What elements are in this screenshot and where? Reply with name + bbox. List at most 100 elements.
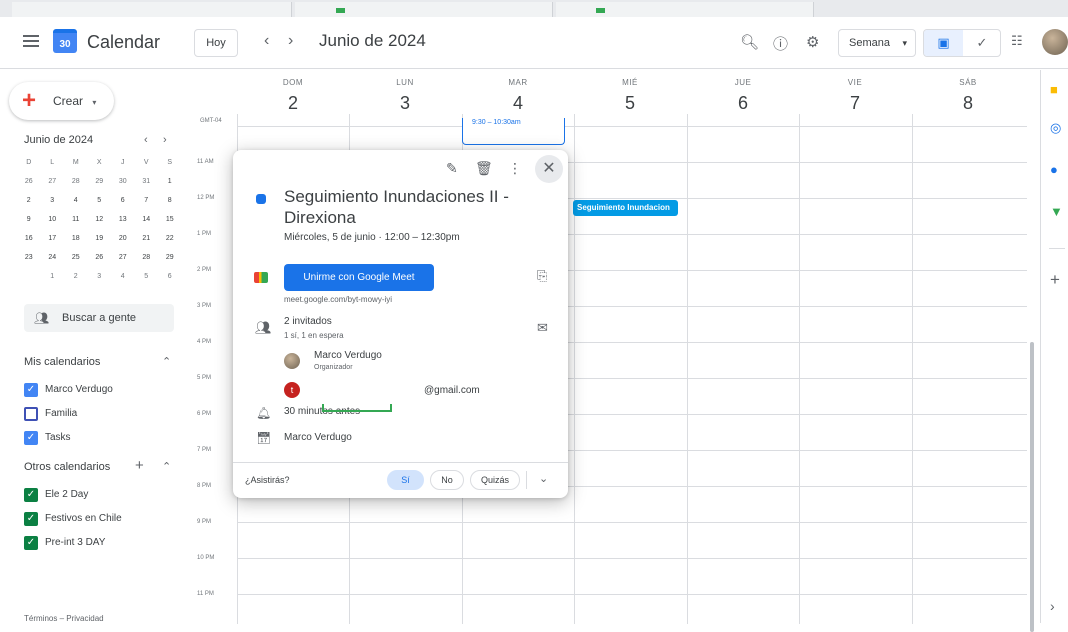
mini-day-today[interactable]: 30	[17, 267, 41, 286]
event-block[interactable]: 9:30 – 10:30am	[462, 118, 565, 145]
mini-day-selected[interactable]: 2	[17, 191, 41, 210]
meet-link[interactable]: meet.google.com/byt-mowy-iyi	[284, 295, 392, 304]
mini-day[interactable]: 4	[111, 267, 135, 286]
apps-grid-icon[interactable]: ☷	[1011, 33, 1023, 49]
day-number[interactable]: 3	[349, 93, 461, 114]
mini-prev-month-icon[interactable]: ‹	[144, 134, 148, 146]
calendar-item-familia[interactable]: Familia	[24, 407, 77, 425]
mini-day[interactable]: 30	[111, 172, 135, 191]
join-meet-button[interactable]: Unirme con Google Meet	[284, 264, 434, 291]
mini-day[interactable]: 2	[64, 267, 88, 286]
help-icon[interactable]: ⓘ	[773, 33, 788, 54]
mini-day[interactable]: 4	[64, 191, 88, 210]
checkbox-checked-icon[interactable]: ✓	[24, 383, 38, 397]
tasks-view-icon[interactable]: ✓	[963, 30, 1000, 56]
day-header-tuesday[interactable]: MAR 4	[462, 78, 574, 114]
mini-day[interactable]: 5	[88, 191, 112, 210]
mini-day[interactable]: 13	[111, 210, 135, 229]
today-button[interactable]: Hoy	[194, 29, 238, 57]
mini-day[interactable]: 28	[135, 248, 159, 267]
contacts-icon[interactable]: ●	[1050, 162, 1058, 177]
guest-avatar[interactable]: t	[284, 382, 300, 398]
day-number[interactable]: 8	[912, 93, 1024, 114]
event-chip-seguimiento[interactable]: Seguimiento Inundacion	[573, 200, 678, 216]
account-avatar[interactable]	[1042, 29, 1068, 55]
mini-day[interactable]: 12	[88, 210, 112, 229]
keep-icon[interactable]: ■	[1050, 82, 1058, 97]
mini-day[interactable]: 26	[88, 248, 112, 267]
view-selector[interactable]: Semana ▾	[838, 29, 916, 57]
mini-day[interactable]: 26	[17, 172, 41, 191]
checkbox-checked-icon[interactable]: ✓	[24, 488, 38, 502]
mini-day[interactable]: 3	[41, 191, 65, 210]
checkbox-checked-icon[interactable]: ✓	[24, 512, 38, 526]
guest-name[interactable]: Marco Verdugo	[314, 350, 382, 361]
add-addon-icon[interactable]: +	[1050, 270, 1060, 290]
mini-day[interactable]: 1	[158, 172, 182, 191]
mini-day[interactable]: 23	[17, 248, 41, 267]
day-header-thursday[interactable]: JUE 6	[687, 78, 799, 114]
mini-day[interactable]: 5	[135, 267, 159, 286]
checkbox-checked-icon[interactable]: ✓	[24, 431, 38, 445]
mini-day[interactable]: 21	[135, 229, 159, 248]
settings-gear-icon[interactable]: ⚙	[806, 33, 819, 51]
day-header-sunday[interactable]: DOM 2	[237, 78, 349, 114]
guest-email[interactable]: @gmail.com	[424, 385, 480, 396]
rsvp-maybe-button[interactable]: Quizás	[470, 470, 520, 490]
calendar-item-ele-2-day[interactable]: ✓ Ele 2 Day	[24, 488, 88, 506]
mini-day[interactable]: 28	[64, 172, 88, 191]
main-menu-icon[interactable]	[23, 35, 39, 47]
mini-day[interactable]: 6	[158, 267, 182, 286]
mini-day[interactable]: 19	[88, 229, 112, 248]
copy-icon[interactable]: ⎘	[537, 268, 547, 284]
mini-day[interactable]: 7	[135, 191, 159, 210]
mini-next-month-icon[interactable]: ›	[163, 134, 167, 146]
create-button[interactable]: + Crear ▾	[9, 82, 114, 120]
mini-day[interactable]: 11	[64, 210, 88, 229]
close-icon[interactable]: ✕	[535, 155, 563, 183]
mini-day[interactable]: 22	[158, 229, 182, 248]
mini-day[interactable]: 29	[158, 248, 182, 267]
calendar-view-icon[interactable]: ▣	[924, 30, 963, 56]
mini-day[interactable]: 8	[158, 191, 182, 210]
mini-day[interactable]: 10	[41, 210, 65, 229]
add-calendar-icon[interactable]: +	[135, 457, 144, 474]
mini-day[interactable]: 31	[135, 172, 159, 191]
mini-day[interactable]: 20	[111, 229, 135, 248]
search-icon[interactable]: 🔍︎	[740, 33, 759, 51]
expand-panel-icon[interactable]: ›	[1050, 598, 1055, 614]
mini-day[interactable]: 25	[64, 248, 88, 267]
mini-day[interactable]: 24	[41, 248, 65, 267]
calendar-tasks-toggle[interactable]: ▣ ✓	[923, 29, 1001, 57]
grid-scrollbar[interactable]	[1030, 342, 1034, 632]
more-options-icon[interactable]: ⋮	[508, 160, 522, 177]
email-guests-icon[interactable]: ✉	[537, 320, 548, 336]
mini-day[interactable]: 17	[41, 229, 65, 248]
day-number[interactable]: 4	[462, 93, 574, 114]
day-header-friday[interactable]: VIE 7	[799, 78, 911, 114]
maps-icon[interactable]: ▼	[1050, 204, 1063, 219]
mini-day[interactable]: 27	[111, 248, 135, 267]
mini-day[interactable]: 9	[17, 210, 41, 229]
my-calendars-header[interactable]: Mis calendarios	[24, 356, 100, 368]
calendar-item-tasks[interactable]: ✓ Tasks	[24, 431, 71, 449]
chevron-up-icon[interactable]: ⌃	[162, 460, 171, 473]
search-people-input[interactable]: 👥︎ Buscar a gente	[24, 304, 174, 332]
checkbox-checked-icon[interactable]: ✓	[24, 536, 38, 550]
mini-day[interactable]: 1	[41, 267, 65, 286]
day-number[interactable]: 6	[687, 93, 799, 114]
terms-privacy-links[interactable]: Términos – Privacidad	[24, 614, 104, 623]
checkbox-unchecked-icon[interactable]	[24, 407, 38, 421]
mini-day[interactable]: 29	[88, 172, 112, 191]
tasks-icon[interactable]: ◎	[1050, 120, 1061, 136]
calendar-item-pre-int-3-day[interactable]: ✓ Pre-int 3 DAY	[24, 536, 105, 554]
browser-tab[interactable]	[556, 2, 814, 17]
chevron-up-icon[interactable]: ⌃	[162, 355, 171, 368]
previous-week-icon[interactable]: ‹	[264, 32, 269, 50]
rsvp-no-button[interactable]: No	[430, 470, 464, 490]
mini-day[interactable]: 14	[135, 210, 159, 229]
day-number[interactable]: 5	[574, 93, 686, 114]
guest-avatar[interactable]	[284, 353, 300, 369]
browser-tab[interactable]	[295, 2, 553, 17]
mini-day[interactable]: 15	[158, 210, 182, 229]
